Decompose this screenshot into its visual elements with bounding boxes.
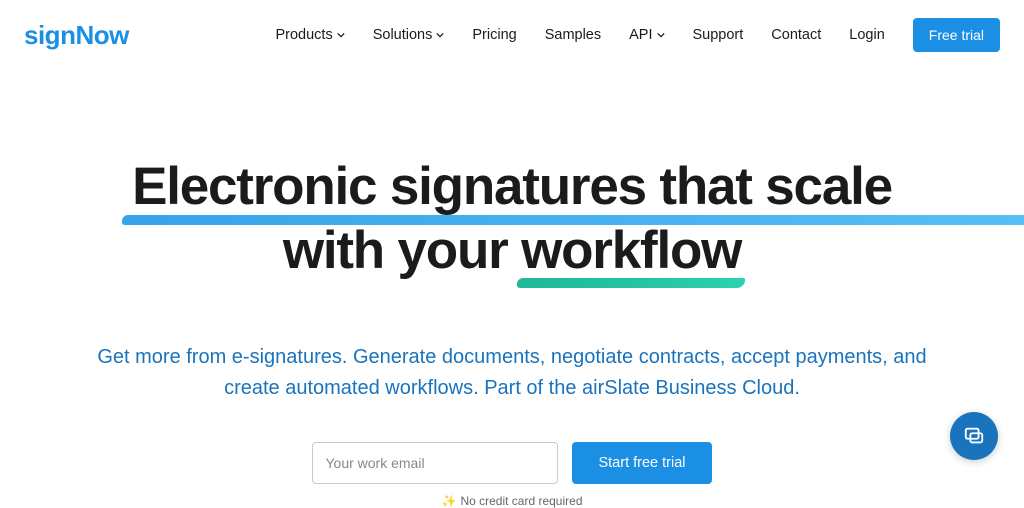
chevron-down-icon	[436, 31, 444, 39]
brush-underline-teal	[517, 278, 745, 288]
main-nav: Products Solutions Pricing Samples API S…	[275, 18, 1000, 52]
brand-logo[interactable]: signNow	[24, 20, 129, 51]
trial-footnote: ✨ No credit card required	[0, 494, 1024, 508]
nav-login[interactable]: Login	[849, 27, 884, 43]
free-trial-button[interactable]: Free trial	[913, 18, 1000, 52]
chat-fab[interactable]	[950, 412, 998, 460]
headline-line1-rest: signatures that scale	[376, 157, 892, 216]
email-field[interactable]	[312, 442, 558, 484]
headline-word-electronic: Electronic	[132, 157, 376, 216]
headline-word-workflow: workflow	[521, 221, 741, 280]
nav-contact[interactable]: Contact	[771, 27, 821, 43]
footnote-text: No credit card required	[460, 494, 582, 508]
nav-label: Solutions	[373, 27, 433, 43]
chevron-down-icon	[337, 31, 345, 39]
nav-solutions[interactable]: Solutions	[373, 27, 445, 43]
sparkle-icon: ✨	[441, 494, 456, 508]
nav-pricing[interactable]: Pricing	[472, 27, 516, 43]
nav-api[interactable]: API	[629, 27, 664, 43]
hero-headline: Electronic signatures that scale with yo…	[0, 155, 1024, 282]
hero-section: Electronic signatures that scale with yo…	[0, 70, 1024, 508]
headline-line2-prefix: with your	[283, 221, 521, 280]
chevron-down-icon	[657, 31, 665, 39]
chat-icon	[963, 425, 985, 447]
hero-subtitle: Get more from e-signatures. Generate doc…	[0, 342, 1024, 404]
nav-label: API	[629, 27, 652, 43]
nav-support[interactable]: Support	[693, 27, 744, 43]
start-free-trial-button[interactable]: Start free trial	[572, 442, 711, 484]
trial-form: Start free trial	[0, 442, 1024, 484]
nav-products[interactable]: Products	[275, 27, 344, 43]
nav-samples[interactable]: Samples	[545, 27, 601, 43]
nav-label: Products	[275, 27, 332, 43]
